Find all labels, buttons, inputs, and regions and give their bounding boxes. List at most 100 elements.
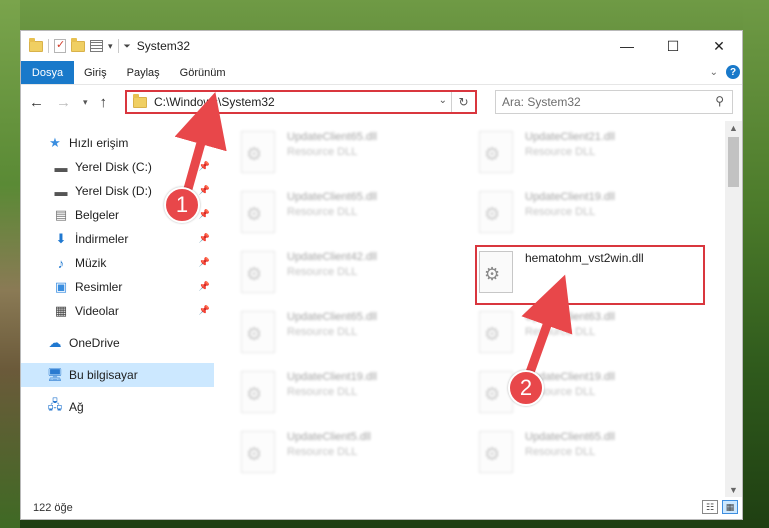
gear-icon: ⚙: [484, 444, 501, 464]
dll-file-icon: ⚙: [479, 311, 513, 353]
sidebar-item-label: Ağ: [69, 400, 84, 414]
file-item[interactable]: ⚙ UpdateClient42.dll Resource DLL: [241, 249, 451, 301]
sidebar-item-music[interactable]: ♪ Müzik 📌: [21, 251, 214, 275]
file-type: Resource DLL: [525, 146, 596, 158]
step-badge-1: 1: [164, 187, 200, 223]
gear-icon: ⚙: [246, 264, 263, 284]
sidebar-item-label: Resimler: [75, 280, 123, 294]
file-item[interactable]: ⚙ UpdateClient5.dll Resource DLL: [241, 429, 451, 481]
dll-file-icon: ⚙: [241, 311, 275, 353]
item-count: 122 öğe: [33, 502, 73, 514]
sidebar-item-pictures[interactable]: ▣ Resimler 📌: [21, 275, 214, 299]
file-name: UpdateClient5.dll: [287, 431, 371, 443]
address-row: ← → ▾ ↑ C:\Windows\System32 ⌄ ↻ Ara: Sys…: [21, 84, 742, 119]
file-item[interactable]: ⚙ UpdateClient65.dll Resource DLL: [479, 429, 689, 481]
file-name: UpdateClient65.dll: [525, 431, 615, 443]
pin-icon: 📌: [198, 305, 210, 315]
explorer-window: ▾ ⏷ System32 — ☐ ✕ Dosya Giriş Paylaş Gö…: [20, 30, 743, 520]
file-type: Resource DLL: [287, 206, 358, 218]
back-arrow-icon[interactable]: ←: [29, 94, 44, 111]
folder-icon: [29, 37, 43, 52]
separator: [117, 39, 119, 53]
details-view-icon[interactable]: ☷: [702, 500, 718, 514]
view-icon[interactable]: [90, 40, 103, 52]
address-bar[interactable]: C:\Windows\System32 ⌄ ↻: [125, 90, 477, 114]
pin-icon: 📌: [198, 161, 210, 171]
sidebar-item-downloads[interactable]: ⬇ İndirmeler 📌: [21, 227, 214, 251]
sidebar-item-label: Müzik: [75, 256, 107, 270]
properties-icon[interactable]: [54, 38, 66, 53]
sidebar-item-quick-access[interactable]: ★ Hızlı erişim: [21, 131, 214, 155]
file-name: UpdateClient65.dll: [287, 131, 377, 143]
search-icon[interactable]: ⚲: [715, 94, 724, 108]
recent-locations-icon[interactable]: ▾: [83, 97, 88, 108]
drive-icon: ▬: [54, 159, 68, 175]
dll-file-icon: ⚙: [241, 191, 275, 233]
highlighted-file-item[interactable]: ⚙ hematohm_vst2win.dll: [475, 245, 705, 305]
address-path[interactable]: C:\Windows\System32: [154, 95, 275, 109]
expand-ribbon-icon[interactable]: ⌄: [710, 67, 718, 78]
pin-icon: 📌: [198, 185, 210, 195]
maximize-button[interactable]: ☐: [650, 31, 696, 61]
sidebar-item-videos[interactable]: ▦ Videolar 📌: [21, 299, 214, 323]
forward-arrow-icon[interactable]: →: [56, 94, 71, 111]
sidebar-item-onedrive[interactable]: ☁ OneDrive: [21, 331, 214, 355]
main-area: ★ Hızlı erişim ▬ Yerel Disk (C:) 📌 ▬ Yer…: [21, 121, 742, 497]
file-name: UpdateClient42.dll: [287, 251, 377, 263]
file-type: Resource DLL: [525, 206, 596, 218]
scroll-up-icon[interactable]: ▲: [729, 123, 738, 133]
up-arrow-icon[interactable]: ↑: [100, 94, 108, 111]
minimize-button[interactable]: —: [604, 31, 650, 61]
file-item[interactable]: ⚙ UpdateClient65.dll Resource DLL: [241, 129, 451, 181]
chevron-down-icon[interactable]: ⌄: [439, 95, 447, 106]
file-name: hematohm_vst2win.dll: [525, 251, 644, 265]
file-name: UpdateClient19.dll: [525, 191, 615, 203]
tab-share[interactable]: Paylaş: [117, 67, 170, 79]
video-icon: ▦: [54, 303, 68, 318]
scrollbar-thumb[interactable]: [728, 137, 739, 187]
tiles-view-icon[interactable]: ▦: [722, 500, 738, 514]
gear-icon: ⚙: [246, 204, 263, 224]
customize-toolbar-icon[interactable]: ⏷: [124, 41, 131, 52]
scroll-down-icon[interactable]: ▼: [729, 485, 738, 495]
title-bar: ▾ ⏷ System32 — ☐ ✕: [21, 31, 742, 61]
dll-file-icon: ⚙: [241, 131, 275, 173]
sidebar-item-network[interactable]: 🖧 Ağ: [21, 395, 214, 419]
quick-access-toolbar: ▾ ⏷: [21, 37, 131, 53]
new-folder-icon[interactable]: [71, 37, 85, 52]
vertical-scrollbar[interactable]: ▲ ▼: [725, 121, 742, 497]
pin-icon: 📌: [198, 233, 210, 243]
file-item[interactable]: ⚙ UpdateClient21.dll Resource DLL: [479, 129, 689, 181]
dll-file-icon: ⚙: [479, 191, 513, 233]
tab-home[interactable]: Giriş: [74, 67, 117, 79]
chevron-down-icon[interactable]: ▾: [108, 41, 113, 52]
gear-icon: ⚙: [246, 444, 263, 464]
pin-icon: 📌: [198, 257, 210, 267]
desktop-background-left: [0, 0, 20, 528]
tab-file[interactable]: Dosya: [21, 61, 74, 84]
cloud-icon: ☁: [48, 335, 62, 350]
gear-icon: ⚙: [484, 384, 501, 404]
file-item[interactable]: ⚙ UpdateClient63.dll Resource DLL: [479, 309, 689, 361]
pin-icon: 📌: [198, 281, 210, 291]
file-type: Resource DLL: [287, 386, 358, 398]
help-icon[interactable]: ?: [726, 65, 740, 79]
refresh-icon[interactable]: ↻: [451, 92, 475, 112]
sidebar-item-local-disk-c[interactable]: ▬ Yerel Disk (C:) 📌: [21, 155, 214, 179]
file-type: Resource DLL: [525, 446, 596, 458]
sidebar-item-this-pc[interactable]: 🖥 Bu bilgisayar: [21, 363, 214, 387]
file-name: UpdateClient21.dll: [525, 131, 615, 143]
file-list: ⚙ UpdateClient65.dll Resource DLL ⚙ Updat…: [214, 121, 742, 497]
file-item[interactable]: ⚙ UpdateClient19.dll Resource DLL: [241, 369, 451, 421]
sidebar-item-label: Hızlı erişim: [69, 136, 129, 150]
sidebar-item-label: Belgeler: [75, 208, 120, 222]
computer-icon: 🖥: [46, 367, 64, 382]
file-item[interactable]: ⚙ UpdateClient19.dll Resource DLL: [479, 189, 689, 241]
search-input[interactable]: Ara: System32 ⚲: [495, 90, 733, 114]
file-item[interactable]: ⚙ UpdateClient65.dll Resource DLL: [241, 189, 451, 241]
close-button[interactable]: ✕: [696, 31, 742, 61]
file-item[interactable]: ⚙ UpdateClient65.dll Resource DLL: [241, 309, 451, 361]
tab-view[interactable]: Görünüm: [170, 67, 236, 79]
